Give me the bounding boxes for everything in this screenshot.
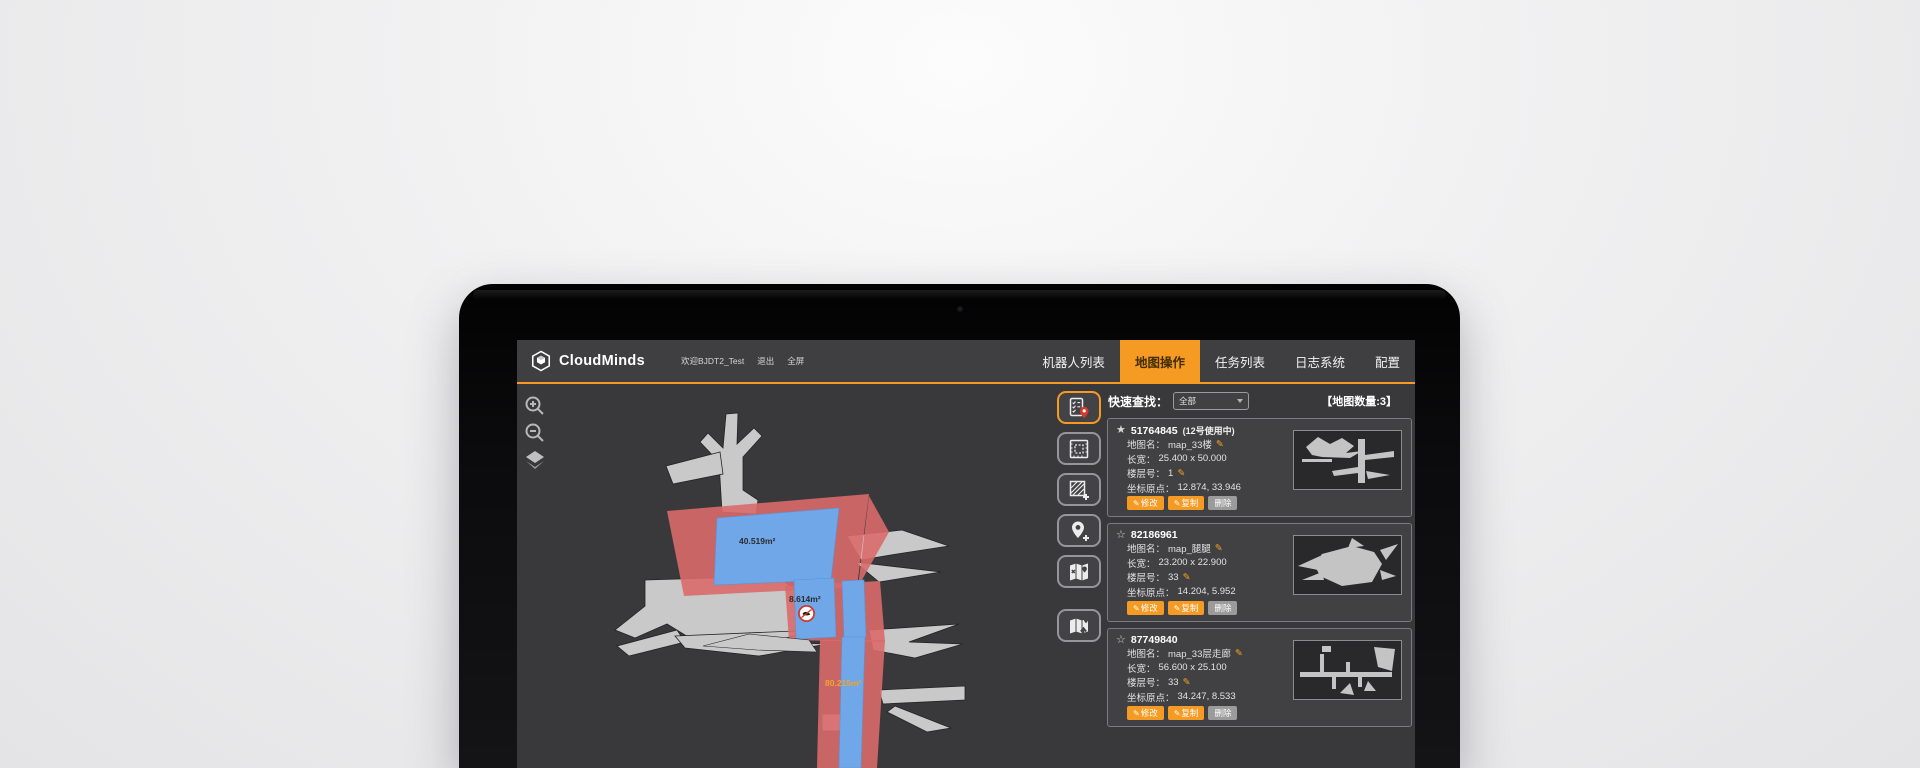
edit-pencil-icon[interactable]: ✎: [1215, 543, 1223, 554]
edit-pencil-icon[interactable]: ✎: [1177, 468, 1185, 479]
area-size-label: 40.519m²: [739, 536, 775, 546]
brand: CloudMinds: [517, 340, 645, 382]
tool-add-point[interactable]: [1057, 514, 1101, 547]
card-buttons: ✎修改 ✎复制 删除: [1127, 706, 1237, 720]
filter-dropdown-value: 全部: [1179, 395, 1196, 407]
edit-pencil-icon[interactable]: ✎: [1183, 572, 1191, 583]
occupancy-map: [517, 384, 1053, 768]
panel-header: 快速查找： 全部 【地图数量:3】: [1107, 390, 1412, 412]
favorite-star-icon[interactable]: ☆: [1116, 530, 1126, 541]
map-card[interactable]: ★ 51764845 (12号使用中) 地图名：map_33楼 ✎ 长宽：25.…: [1107, 418, 1412, 517]
copy-button[interactable]: ✎复制: [1168, 496, 1205, 510]
menu-item-config[interactable]: 配置: [1360, 340, 1415, 382]
tool-map-upload[interactable]: [1057, 609, 1101, 642]
edit-pencil-icon[interactable]: ✎: [1183, 677, 1191, 688]
menu-item-robot-list[interactable]: 机器人列表: [1027, 340, 1120, 382]
zoom-out-button[interactable]: [523, 421, 547, 445]
layers-button[interactable]: [523, 448, 547, 472]
favorite-star-icon[interactable]: ★: [1116, 425, 1126, 436]
delete-button[interactable]: 删除: [1208, 496, 1237, 510]
card-buttons: ✎修改 ✎复制 删除: [1127, 496, 1237, 510]
cloudminds-logo-icon: [530, 350, 552, 372]
map-list-panel: 快速查找： 全部 【地图数量:3】 ★ 51764845 (12号使用中): [1105, 384, 1415, 768]
copy-button[interactable]: ✎复制: [1168, 706, 1205, 720]
area-size-label: 80.215m²: [825, 678, 861, 688]
map-thumbnail: [1293, 535, 1402, 595]
map-count-label: 【地图数量:3】: [1321, 393, 1397, 409]
map-id: 82186961: [1131, 529, 1178, 541]
modify-button[interactable]: ✎修改: [1127, 496, 1164, 510]
map-id: 87749840: [1131, 634, 1178, 646]
welcome-text: 欢迎BJDT2_Test: [681, 355, 744, 367]
fullscreen-link[interactable]: 全屏: [787, 355, 804, 367]
app-screen: CloudMinds 欢迎BJDT2_Test 退出 全屏 机器人列表 地图操作…: [517, 340, 1415, 768]
content: 40.519m² 8.614m² 80.215m²: [517, 384, 1415, 768]
menu-item-map-operations[interactable]: 地图操作: [1120, 340, 1200, 384]
laptop-mockup: CloudMinds 欢迎BJDT2_Test 退出 全屏 机器人列表 地图操作…: [459, 284, 1460, 768]
logout-link[interactable]: 退出: [757, 355, 774, 367]
chevron-down-icon: [1237, 399, 1243, 403]
menu-item-task-list[interactable]: 任务列表: [1200, 340, 1280, 382]
modify-button[interactable]: ✎修改: [1127, 601, 1164, 615]
delete-button[interactable]: 删除: [1208, 601, 1237, 615]
filter-dropdown[interactable]: 全部: [1173, 392, 1249, 410]
map-card[interactable]: ☆ 82186961 地图名：map_腿腿 ✎ 长宽：23.200 x 22.9…: [1107, 523, 1412, 622]
edit-pencil-icon[interactable]: ✎: [1235, 648, 1243, 659]
modify-button[interactable]: ✎修改: [1127, 706, 1164, 720]
tool-map-select[interactable]: [1057, 432, 1101, 465]
map-controls: [523, 394, 547, 472]
brand-name: CloudMinds: [559, 353, 645, 369]
delete-button[interactable]: 删除: [1208, 706, 1237, 720]
copy-button[interactable]: ✎复制: [1168, 601, 1205, 615]
map-id: 51764845: [1131, 425, 1178, 437]
map-thumbnail: [1293, 430, 1402, 490]
no-entry-sign-icon: [798, 605, 815, 627]
tool-task-checklist-pin[interactable]: [1057, 391, 1101, 424]
map-card[interactable]: ☆ 87749840 地图名：map_33层走廊 ✎ 长宽：56.600 x 2…: [1107, 628, 1412, 727]
tool-add-area[interactable]: [1057, 473, 1101, 506]
map-toolbar: [1053, 384, 1105, 768]
menu-item-log-system[interactable]: 日志系统: [1280, 340, 1360, 382]
navbar: CloudMinds 欢迎BJDT2_Test 退出 全屏 机器人列表 地图操作…: [517, 340, 1415, 384]
card-buttons: ✎修改 ✎复制 删除: [1127, 601, 1237, 615]
tool-map-delete[interactable]: [1057, 555, 1101, 588]
main-menu: 机器人列表 地图操作 任务列表 日志系统 配置: [1027, 340, 1415, 382]
quick-find-label: 快速查找：: [1108, 393, 1168, 410]
edit-pencil-icon[interactable]: ✎: [1216, 439, 1224, 450]
user-area: 欢迎BJDT2_Test 退出 全屏: [681, 340, 804, 382]
map-in-use-tag: (12号使用中): [1183, 424, 1235, 437]
webcam-dot: [957, 306, 963, 312]
zoom-in-button[interactable]: [523, 394, 547, 418]
map-canvas[interactable]: 40.519m² 8.614m² 80.215m²: [517, 384, 1053, 768]
area-size-label: 8.614m²: [789, 594, 821, 604]
map-thumbnail: [1293, 640, 1402, 700]
favorite-star-icon[interactable]: ☆: [1116, 635, 1126, 646]
